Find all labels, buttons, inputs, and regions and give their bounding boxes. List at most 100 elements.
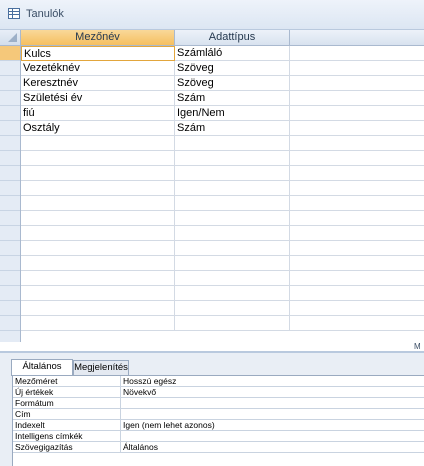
property-row[interactable]: Indexelt Igen (nem lehet azonos) (13, 420, 424, 431)
row-selector[interactable] (0, 211, 20, 226)
description-cell[interactable] (290, 121, 424, 136)
row-selector[interactable] (0, 181, 20, 196)
row-selector[interactable] (0, 241, 20, 256)
row-selector[interactable] (0, 196, 20, 211)
field-name-cell[interactable] (21, 196, 175, 211)
row-selector[interactable] (0, 301, 20, 316)
column-header-description[interactable] (290, 30, 424, 46)
field-row[interactable] (21, 316, 424, 331)
field-row[interactable] (21, 196, 424, 211)
description-cell[interactable] (290, 226, 424, 241)
field-row[interactable]: Kulcs Számláló (21, 46, 424, 61)
field-row[interactable]: Születési év Szám (21, 91, 424, 106)
property-value[interactable]: Általános (122, 442, 424, 453)
description-cell[interactable] (290, 256, 424, 271)
description-cell[interactable] (290, 76, 424, 91)
field-row[interactable]: fiú Igen/Nem (21, 106, 424, 121)
data-type-cell[interactable]: Igen/Nem (175, 106, 290, 121)
field-row[interactable] (21, 301, 424, 316)
data-type-cell[interactable] (175, 256, 290, 271)
data-type-cell[interactable] (175, 151, 290, 166)
description-cell[interactable] (290, 181, 424, 196)
field-name-cell[interactable]: Születési év (21, 91, 175, 106)
data-type-cell[interactable] (175, 316, 290, 331)
row-selector[interactable] (0, 46, 20, 61)
data-type-cell[interactable]: Szám (175, 91, 290, 106)
field-name-cell[interactable] (21, 211, 175, 226)
property-row[interactable]: Formátum (13, 398, 424, 409)
data-type-cell[interactable]: Szöveg (175, 76, 290, 91)
description-cell[interactable] (290, 316, 424, 331)
field-name-cell[interactable] (21, 151, 175, 166)
property-row[interactable]: Intelligens címkék (13, 431, 424, 442)
property-value[interactable]: Hosszú egész (122, 376, 424, 387)
row-selector[interactable] (0, 91, 20, 106)
property-row[interactable]: Szövegigazítás Általános (13, 442, 424, 453)
description-cell[interactable] (290, 61, 424, 76)
field-row[interactable] (21, 136, 424, 151)
property-value[interactable] (122, 431, 424, 442)
row-selector[interactable] (0, 76, 20, 91)
row-selector[interactable] (0, 226, 20, 241)
field-name-cell[interactable]: Kulcs (21, 46, 175, 61)
data-type-cell[interactable] (175, 241, 290, 256)
row-selector[interactable] (0, 256, 20, 271)
row-selector[interactable] (0, 271, 20, 286)
description-cell[interactable] (290, 241, 424, 256)
field-name-cell[interactable] (21, 316, 175, 331)
property-value[interactable] (122, 398, 424, 409)
property-row[interactable]: Mezőméret Hosszú egész (13, 376, 424, 387)
column-header-data-type[interactable]: Adattípus (175, 30, 290, 46)
description-cell[interactable] (290, 196, 424, 211)
property-value[interactable]: Növekvő (122, 387, 424, 398)
column-header-field-name[interactable]: Mezőnév (21, 30, 175, 46)
select-all-corner[interactable] (0, 30, 21, 46)
field-name-cell[interactable]: Vezetéknév (21, 61, 175, 76)
field-name-cell[interactable] (21, 271, 175, 286)
row-selector[interactable] (0, 121, 20, 136)
data-type-cell[interactable]: Szám (175, 121, 290, 136)
description-cell[interactable] (290, 211, 424, 226)
description-cell[interactable] (290, 286, 424, 301)
row-selector[interactable] (0, 166, 20, 181)
field-row[interactable] (21, 151, 424, 166)
property-value[interactable]: Igen (nem lehet azonos) (122, 420, 424, 431)
field-name-cell[interactable] (21, 301, 175, 316)
data-type-cell[interactable]: Számláló (175, 46, 290, 61)
field-name-cell[interactable] (21, 181, 175, 196)
field-row[interactable] (21, 211, 424, 226)
data-type-cell[interactable] (175, 301, 290, 316)
description-cell[interactable] (290, 106, 424, 121)
row-selector[interactable] (0, 106, 20, 121)
tab-title-bar[interactable]: Tanulók (0, 0, 424, 30)
description-cell[interactable] (290, 151, 424, 166)
description-cell[interactable] (290, 136, 424, 151)
data-type-cell[interactable] (175, 196, 290, 211)
field-row[interactable] (21, 226, 424, 241)
description-cell[interactable] (290, 91, 424, 106)
row-selector[interactable] (0, 316, 20, 331)
field-name-cell[interactable]: fiú (21, 106, 175, 121)
data-type-cell[interactable] (175, 136, 290, 151)
field-row[interactable] (21, 286, 424, 301)
field-name-cell[interactable] (21, 286, 175, 301)
description-cell[interactable] (290, 166, 424, 181)
field-name-cell[interactable] (21, 226, 175, 241)
data-type-cell[interactable] (175, 181, 290, 196)
field-name-cell[interactable]: Keresztnév (21, 76, 175, 91)
row-selector[interactable] (0, 286, 20, 301)
field-row[interactable] (21, 241, 424, 256)
description-cell[interactable] (290, 46, 424, 61)
data-type-cell[interactable] (175, 166, 290, 181)
field-name-cell[interactable] (21, 136, 175, 151)
data-type-cell[interactable] (175, 226, 290, 241)
description-cell[interactable] (290, 271, 424, 286)
field-row[interactable]: Vezetéknév Szöveg (21, 61, 424, 76)
description-cell[interactable] (290, 301, 424, 316)
data-type-cell[interactable] (175, 271, 290, 286)
field-name-cell[interactable]: Osztály (21, 121, 175, 136)
field-row[interactable] (21, 181, 424, 196)
data-type-cell[interactable]: Szöveg (175, 61, 290, 76)
tab-general[interactable]: Általános (11, 359, 73, 376)
field-row[interactable] (21, 166, 424, 181)
